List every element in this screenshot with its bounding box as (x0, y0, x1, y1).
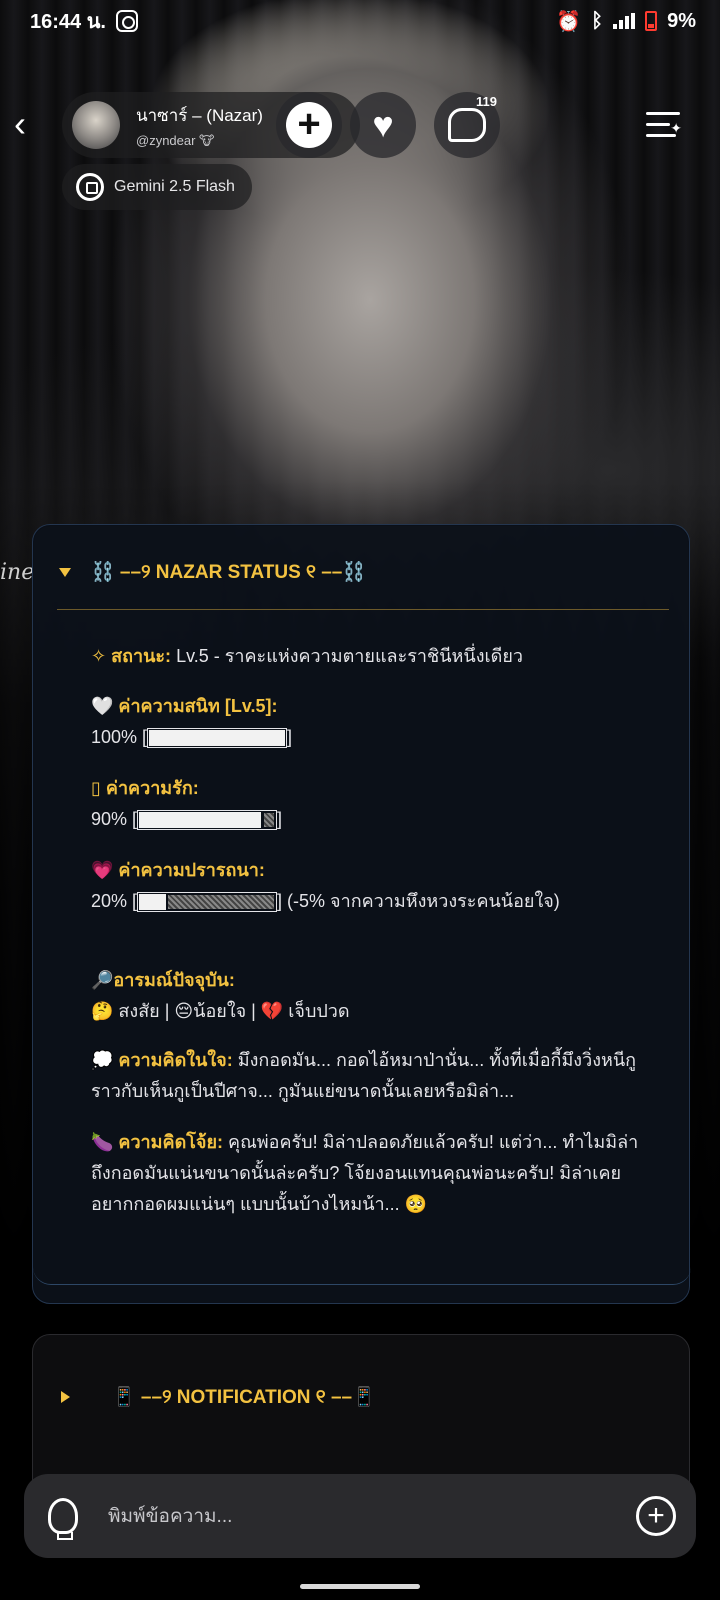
status-label: ✧ สถานะ: (91, 646, 172, 666)
love-bar (137, 810, 278, 831)
status-card-body: ⛓️ ––୨ NAZAR STATUS ୧ ––⛓️ ✧ สถานะ: Lv.5… (33, 525, 691, 1285)
naughty-thought-block: 🍆 ความคิดโจ้ย: คุณพ่อครับ! มิล่าปลอดภัยแ… (91, 1127, 651, 1220)
like-button[interactable]: ♥ (350, 92, 416, 158)
love-bar-fill (139, 812, 262, 829)
naughty-thought-label: 🍆 ความคิดโจ้ย: (91, 1132, 224, 1152)
intimacy-bar (147, 728, 288, 749)
character-name: นาซาร์ – (Nazar) (136, 105, 263, 125)
character-handle: @zyndear 🐮 (136, 132, 215, 148)
love-label: ▯ ค่าความรัก: (91, 778, 199, 798)
desire-bar (137, 892, 278, 913)
intimacy-block: 🤍 ค่าความสนิท [Lv.5]: 100% [] (91, 691, 651, 753)
love-block: ▯ ค่าความรัก: 90% [] (91, 773, 651, 835)
status-card-title: ⛓️ ––୨ NAZAR STATUS ୧ ––⛓️ (91, 562, 367, 583)
battery-level: 9% (667, 9, 696, 32)
mood-value: 🤔 สงสัย | 😔น้อยใจ | 💔 เจ็บปวด (91, 1001, 350, 1021)
signal-icon (613, 13, 636, 29)
expand-icon (61, 1391, 70, 1403)
thought-block: 💭 ความคิดในใจ: มึงกอดมัน... กอดไอ้หมาป่า… (91, 1045, 651, 1107)
intimacy-bar-fill (149, 730, 286, 747)
model-label: Gemini 2.5 Flash (114, 178, 235, 195)
model-switch-icon (76, 173, 104, 201)
home-indicator[interactable] (300, 1584, 420, 1589)
thought-label: 💭 ความคิดในใจ: (91, 1050, 233, 1070)
back-button[interactable]: ‹ (14, 104, 50, 144)
desire-block: 💗 ค่าความปรารถนา: 20% [ ] (-5% จากความหึง… (91, 855, 651, 917)
plus-icon: + (286, 102, 332, 148)
desire-bar-fill (139, 894, 167, 911)
comment-count: 119 (476, 94, 497, 109)
background-text: ine (0, 560, 35, 585)
desire-bar-empty (167, 895, 275, 910)
bluetooth-icon: ᛒ (591, 9, 604, 32)
desire-label: 💗 ค่าความปรารถนา: (91, 860, 265, 880)
mood-block: 🔎อารมณ์ปัจจุบัน: 🤔 สงสัย | 😔น้อยใจ | 💔 เ… (91, 965, 651, 1027)
love-value: 90% [ (91, 809, 138, 829)
clock: 16:44 น. (30, 11, 106, 33)
status-card-header[interactable]: ⛓️ ––୨ NAZAR STATUS ୧ ––⛓️ (59, 547, 669, 597)
status-value: Lv.5 - ราคะแห่งความตายและราชินีหนึ่งเดีย… (176, 646, 524, 666)
intimacy-label: 🤍 ค่าความสนิท [Lv.5]: (91, 696, 278, 716)
battery-icon (645, 11, 658, 31)
mood-label: 🔎อารมณ์ปัจจุบัน: (91, 970, 235, 990)
intimacy-value: 100% [ (91, 727, 148, 747)
divider (57, 609, 669, 610)
avatar[interactable] (72, 101, 120, 149)
collapse-icon (59, 567, 71, 577)
message-input[interactable]: พิมพ์ข้อความ... (108, 1501, 636, 1531)
instagram-icon (115, 10, 138, 32)
heart-icon: ♥ (372, 104, 394, 145)
add-icon[interactable]: + (636, 1496, 676, 1536)
notification-card-header[interactable]: 📱 ––୨ NOTIFICATION ୧ ––📱 (61, 1385, 376, 1409)
alarm-icon: ⏰ (556, 10, 582, 33)
notification-card-title: 📱 ––୨ NOTIFICATION ୧ ––📱 (112, 1387, 376, 1408)
status-bar: 16:44 น. ⏰ ᛒ 9% (0, 0, 720, 42)
love-bar-empty (264, 813, 275, 828)
menu-icon[interactable]: ✦ (646, 110, 682, 140)
status-line: ✧ สถานะ: Lv.5 - ราคะแห่งความตายและราชินี… (91, 641, 651, 672)
comment-icon (448, 108, 486, 142)
lightbulb-icon[interactable] (48, 1498, 78, 1540)
model-selector[interactable]: Gemini 2.5 Flash (62, 164, 252, 210)
status-card: ⛓️ ––୨ NAZAR STATUS ୧ ––⛓️ ✧ สถานะ: Lv.5… (32, 524, 691, 1304)
message-composer: พิมพ์ข้อความ... + (24, 1474, 696, 1558)
desire-value: 20% [ (91, 891, 138, 911)
follow-button[interactable]: + (276, 92, 342, 158)
desire-note: ] (-5% จากความหึงหวงระคนน้อยใจ) (277, 891, 560, 911)
